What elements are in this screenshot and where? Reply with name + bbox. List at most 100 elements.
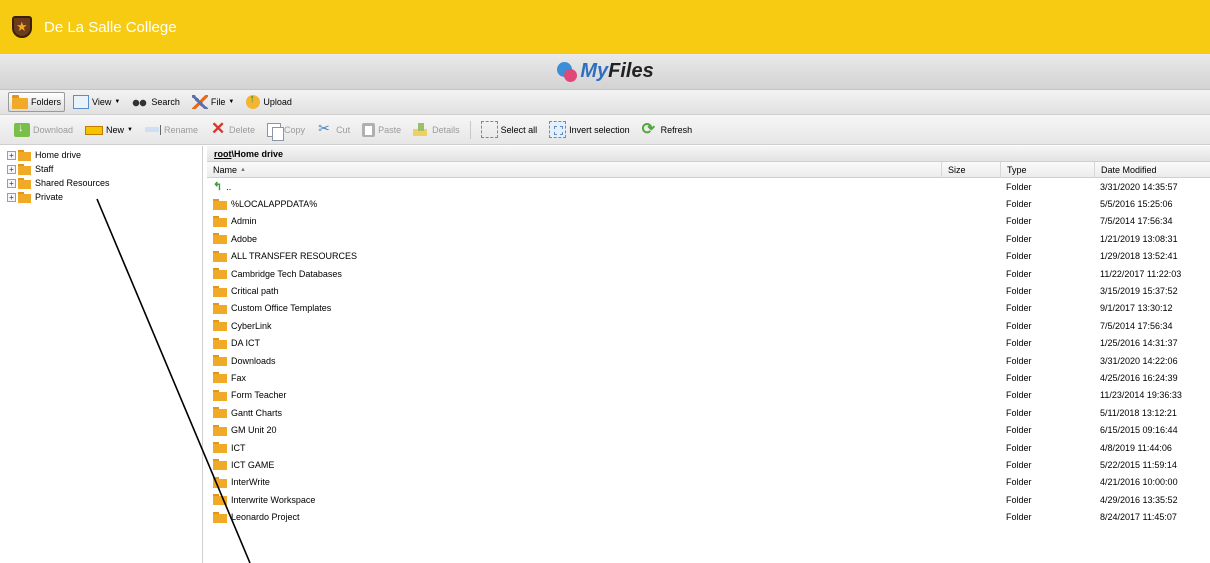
paste-button[interactable]: Paste bbox=[358, 120, 405, 140]
table-row[interactable]: Leonardo Project Folder 8/24/2017 11:45:07 bbox=[207, 508, 1210, 525]
table-row[interactable]: DA ICT Folder 1/25/2016 14:31:37 bbox=[207, 335, 1210, 352]
table-row[interactable]: Adobe Folder 1/21/2019 13:08:31 bbox=[207, 230, 1210, 247]
file-name-cell: ICT bbox=[213, 439, 246, 456]
folders-button[interactable]: Folders bbox=[8, 92, 66, 112]
file-date-cell: 6/15/2015 09:16:44 bbox=[1100, 425, 1178, 436]
file-type-cell: Folder bbox=[1006, 512, 1032, 523]
details-button[interactable]: Details bbox=[409, 120, 464, 140]
table-row[interactable]: Admin Folder 7/5/2014 17:56:34 bbox=[207, 213, 1210, 230]
column-header-size[interactable]: Size bbox=[941, 162, 1000, 178]
upload-button[interactable]: Upload bbox=[242, 92, 296, 112]
file-name-cell: DA ICT bbox=[213, 335, 260, 352]
table-row[interactable]: Form Teacher Folder 11/23/2014 19:36:33 bbox=[207, 387, 1210, 404]
table-row[interactable]: ICT Folder 4/8/2019 11:44:06 bbox=[207, 439, 1210, 456]
table-row[interactable]: ICT GAME Folder 5/22/2015 11:59:14 bbox=[207, 456, 1210, 473]
view-icon bbox=[73, 95, 90, 109]
file-type-cell: Folder bbox=[1006, 199, 1032, 210]
folder-icon bbox=[18, 191, 31, 203]
cut-button[interactable]: Cut bbox=[313, 120, 354, 140]
expand-icon[interactable]: + bbox=[7, 192, 16, 202]
breadcrumb-root-link[interactable]: root bbox=[214, 149, 232, 159]
file-menu-button[interactable]: File ▼ bbox=[188, 92, 238, 112]
expand-icon[interactable]: + bbox=[7, 178, 16, 188]
file-name-cell: %LOCALAPPDATA% bbox=[213, 195, 317, 212]
file-type-cell: Folder bbox=[1006, 390, 1032, 401]
details-icon bbox=[413, 122, 430, 137]
file-name-cell: Adobe bbox=[213, 230, 257, 247]
rename-button[interactable]: Rename bbox=[141, 120, 202, 140]
file-name-cell: ALL TRANSFER RESOURCES bbox=[213, 248, 357, 265]
table-row[interactable]: Gantt Charts Folder 5/11/2018 13:12:21 bbox=[207, 404, 1210, 421]
file-type-cell: Folder bbox=[1006, 338, 1032, 349]
file-name-cell: ICT GAME bbox=[213, 456, 274, 473]
file-date-cell: 11/22/2017 11:22:03 bbox=[1100, 268, 1182, 279]
new-menu-button[interactable]: New ▼ bbox=[81, 120, 137, 140]
table-row[interactable]: CyberLink Folder 7/5/2014 17:56:34 bbox=[207, 317, 1210, 334]
select-all-icon bbox=[480, 121, 498, 138]
clipboard-icon bbox=[362, 122, 376, 137]
table-row[interactable]: Downloads Folder 3/31/2020 14:22:06 bbox=[207, 352, 1210, 369]
column-header-type[interactable]: Type bbox=[1000, 162, 1094, 178]
folder-icon bbox=[213, 320, 227, 332]
folder-icon bbox=[213, 233, 227, 245]
file-date-cell: 1/25/2016 14:31:37 bbox=[1100, 338, 1178, 349]
invert-selection-button[interactable]: Invert selection bbox=[545, 120, 634, 140]
toolbar-divider bbox=[469, 120, 471, 139]
file-type-cell: Folder bbox=[1006, 425, 1032, 436]
table-row[interactable]: Custom Office Templates Folder 9/1/2017 13… bbox=[207, 300, 1210, 317]
view-menu-button[interactable]: View ▼ bbox=[69, 92, 124, 112]
tree-item-staff[interactable]: + Staff bbox=[0, 162, 202, 176]
copy-button[interactable]: Copy bbox=[263, 120, 309, 141]
tree-item-shared-resources[interactable]: + Shared Resources bbox=[0, 176, 202, 190]
sort-ascending-icon: ▲ bbox=[240, 167, 246, 173]
tree-item-home-drive[interactable]: + Home drive bbox=[0, 148, 202, 162]
parent-folder-icon: ↰ bbox=[213, 181, 223, 194]
table-row[interactable]: Cambridge Tech Databases Folder 11/22/2017… bbox=[207, 265, 1210, 282]
select-all-button[interactable]: Select all bbox=[477, 120, 542, 140]
breadcrumb: root \ Home drive bbox=[207, 146, 1210, 162]
file-date-cell: 7/5/2014 17:56:34 bbox=[1100, 320, 1173, 331]
delete-button[interactable]: Delete bbox=[206, 119, 259, 140]
chevron-down-icon: ▼ bbox=[114, 99, 121, 105]
folder-icon bbox=[213, 494, 227, 506]
table-row[interactable]: %LOCALAPPDATA% Folder 5/5/2016 15:25:06 bbox=[207, 195, 1210, 212]
table-row[interactable]: Interwrite Workspace Folder 4/29/2016 13:3… bbox=[207, 491, 1210, 508]
file-date-cell: 8/24/2017 11:45:07 bbox=[1100, 512, 1177, 523]
file-name-cell: CyberLink bbox=[213, 317, 272, 334]
folder-icon bbox=[213, 476, 227, 488]
expand-icon[interactable]: + bbox=[7, 164, 16, 174]
download-button[interactable]: Download bbox=[10, 120, 77, 140]
column-header-date-modified[interactable]: Date Modified bbox=[1094, 162, 1210, 178]
refresh-button[interactable]: Refresh bbox=[638, 119, 697, 140]
table-row[interactable]: Critical path Folder 3/15/2019 15:37:52 bbox=[207, 282, 1210, 299]
search-button[interactable]: Search bbox=[128, 92, 184, 112]
header-bar: De La Salle College bbox=[0, 0, 1210, 54]
folder-icon bbox=[213, 459, 227, 471]
file-type-cell: Folder bbox=[1006, 286, 1032, 297]
folder-icon bbox=[213, 302, 227, 314]
file-name-cell: Leonardo Project bbox=[213, 508, 300, 525]
file-date-cell: 5/5/2016 15:25:06 bbox=[1100, 199, 1173, 210]
table-row[interactable]: Fax Folder 4/25/2016 16:24:39 bbox=[207, 369, 1210, 386]
table-row[interactable]: ↰.. Folder 3/31/2020 14:35:57 bbox=[207, 178, 1210, 195]
expand-icon[interactable]: + bbox=[7, 150, 16, 160]
file-type-cell: Folder bbox=[1006, 372, 1032, 383]
file-type-cell: Folder bbox=[1006, 494, 1032, 505]
file-type-cell: Folder bbox=[1006, 233, 1032, 244]
column-header-name[interactable]: Name ▲ bbox=[207, 162, 941, 178]
file-name-cell: Cambridge Tech Databases bbox=[213, 265, 342, 282]
table-row[interactable]: GM Unit 20 Folder 6/15/2015 09:16:44 bbox=[207, 421, 1210, 438]
tree-item-private[interactable]: + Private bbox=[0, 190, 202, 204]
table-row[interactable]: InterWrite Folder 4/21/2016 10:00:00 bbox=[207, 474, 1210, 491]
file-tools-icon bbox=[191, 95, 208, 109]
upload-icon bbox=[246, 93, 261, 109]
file-date-cell: 4/8/2019 11:44:06 bbox=[1100, 442, 1172, 453]
chevron-down-icon: ▼ bbox=[127, 126, 133, 133]
folder-icon bbox=[213, 389, 227, 401]
file-name-cell: Admin bbox=[213, 213, 257, 230]
table-row[interactable]: ALL TRANSFER RESOURCES Folder 1/29/2018 13… bbox=[207, 248, 1210, 265]
file-date-cell: 5/22/2015 11:59:14 bbox=[1100, 459, 1177, 470]
school-name: De La Salle College bbox=[44, 18, 177, 36]
scissors-icon bbox=[317, 120, 333, 137]
myfiles-logo-icon bbox=[556, 61, 578, 83]
